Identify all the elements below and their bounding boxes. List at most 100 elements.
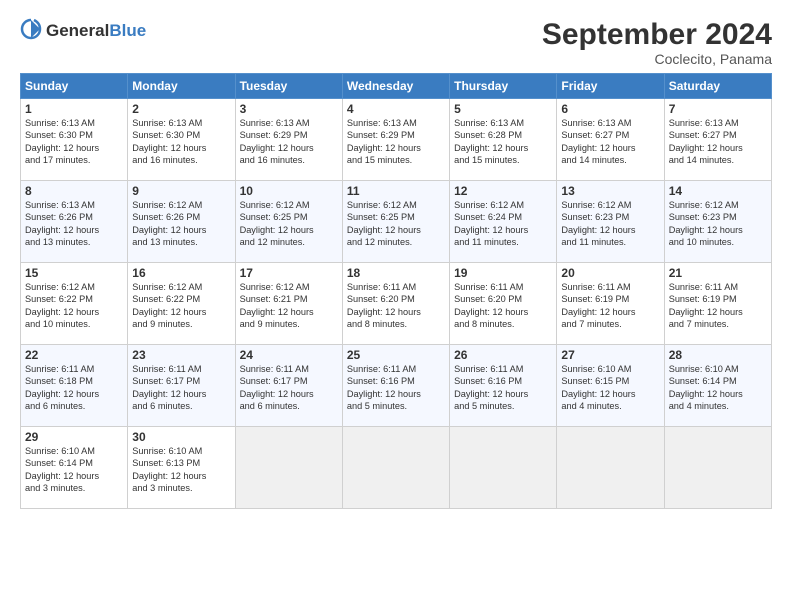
cell-content: Sunrise: 6:11 AMSunset: 6:17 PMDaylight:… (240, 363, 338, 413)
calendar-cell: 19Sunrise: 6:11 AMSunset: 6:20 PMDayligh… (450, 263, 557, 345)
logo-icon (20, 18, 42, 45)
day-number: 22 (25, 348, 123, 362)
col-thursday: Thursday (450, 74, 557, 99)
header-row: Sunday Monday Tuesday Wednesday Thursday… (21, 74, 772, 99)
day-number: 28 (669, 348, 767, 362)
location-title: Coclecito, Panama (542, 51, 772, 67)
logo-blue: Blue (109, 21, 146, 40)
week-row-1: 1Sunrise: 6:13 AMSunset: 6:30 PMDaylight… (21, 99, 772, 181)
calendar-cell: 21Sunrise: 6:11 AMSunset: 6:19 PMDayligh… (664, 263, 771, 345)
col-tuesday: Tuesday (235, 74, 342, 99)
day-number: 15 (25, 266, 123, 280)
calendar-cell: 2Sunrise: 6:13 AMSunset: 6:30 PMDaylight… (128, 99, 235, 181)
cell-content: Sunrise: 6:12 AMSunset: 6:25 PMDaylight:… (240, 199, 338, 249)
cell-content: Sunrise: 6:13 AMSunset: 6:27 PMDaylight:… (669, 117, 767, 167)
calendar-cell: 29Sunrise: 6:10 AMSunset: 6:14 PMDayligh… (21, 427, 128, 509)
day-number: 9 (132, 184, 230, 198)
day-number: 10 (240, 184, 338, 198)
cell-content: Sunrise: 6:11 AMSunset: 6:20 PMDaylight:… (454, 281, 552, 331)
month-title: September 2024 (542, 18, 772, 51)
day-number: 8 (25, 184, 123, 198)
cell-content: Sunrise: 6:13 AMSunset: 6:30 PMDaylight:… (132, 117, 230, 167)
calendar-cell: 15Sunrise: 6:12 AMSunset: 6:22 PMDayligh… (21, 263, 128, 345)
calendar-cell: 12Sunrise: 6:12 AMSunset: 6:24 PMDayligh… (450, 181, 557, 263)
calendar-cell: 5Sunrise: 6:13 AMSunset: 6:28 PMDaylight… (450, 99, 557, 181)
day-number: 5 (454, 102, 552, 116)
calendar-cell: 7Sunrise: 6:13 AMSunset: 6:27 PMDaylight… (664, 99, 771, 181)
calendar-cell (450, 427, 557, 509)
day-number: 29 (25, 430, 123, 444)
calendar-cell: 18Sunrise: 6:11 AMSunset: 6:20 PMDayligh… (342, 263, 449, 345)
day-number: 11 (347, 184, 445, 198)
cell-content: Sunrise: 6:11 AMSunset: 6:19 PMDaylight:… (669, 281, 767, 331)
cell-content: Sunrise: 6:11 AMSunset: 6:18 PMDaylight:… (25, 363, 123, 413)
cell-content: Sunrise: 6:12 AMSunset: 6:22 PMDaylight:… (25, 281, 123, 331)
col-wednesday: Wednesday (342, 74, 449, 99)
day-number: 20 (561, 266, 659, 280)
day-number: 30 (132, 430, 230, 444)
cell-content: Sunrise: 6:13 AMSunset: 6:27 PMDaylight:… (561, 117, 659, 167)
col-monday: Monday (128, 74, 235, 99)
calendar-cell (342, 427, 449, 509)
week-row-2: 8Sunrise: 6:13 AMSunset: 6:26 PMDaylight… (21, 181, 772, 263)
logo: GeneralBlue (20, 18, 146, 45)
header: GeneralBlue September 2024 Coclecito, Pa… (20, 18, 772, 67)
calendar-cell: 17Sunrise: 6:12 AMSunset: 6:21 PMDayligh… (235, 263, 342, 345)
calendar-cell: 24Sunrise: 6:11 AMSunset: 6:17 PMDayligh… (235, 345, 342, 427)
day-number: 14 (669, 184, 767, 198)
cell-content: Sunrise: 6:12 AMSunset: 6:26 PMDaylight:… (132, 199, 230, 249)
day-number: 26 (454, 348, 552, 362)
day-number: 21 (669, 266, 767, 280)
cell-content: Sunrise: 6:10 AMSunset: 6:15 PMDaylight:… (561, 363, 659, 413)
cell-content: Sunrise: 6:11 AMSunset: 6:19 PMDaylight:… (561, 281, 659, 331)
day-number: 18 (347, 266, 445, 280)
calendar-cell: 9Sunrise: 6:12 AMSunset: 6:26 PMDaylight… (128, 181, 235, 263)
day-number: 13 (561, 184, 659, 198)
cell-content: Sunrise: 6:11 AMSunset: 6:20 PMDaylight:… (347, 281, 445, 331)
week-row-5: 29Sunrise: 6:10 AMSunset: 6:14 PMDayligh… (21, 427, 772, 509)
col-saturday: Saturday (664, 74, 771, 99)
calendar-cell (664, 427, 771, 509)
cell-content: Sunrise: 6:13 AMSunset: 6:29 PMDaylight:… (347, 117, 445, 167)
calendar-cell: 8Sunrise: 6:13 AMSunset: 6:26 PMDaylight… (21, 181, 128, 263)
calendar-cell: 26Sunrise: 6:11 AMSunset: 6:16 PMDayligh… (450, 345, 557, 427)
col-sunday: Sunday (21, 74, 128, 99)
calendar-cell (235, 427, 342, 509)
cell-content: Sunrise: 6:13 AMSunset: 6:26 PMDaylight:… (25, 199, 123, 249)
calendar-cell: 4Sunrise: 6:13 AMSunset: 6:29 PMDaylight… (342, 99, 449, 181)
title-block: September 2024 Coclecito, Panama (542, 18, 772, 67)
cell-content: Sunrise: 6:13 AMSunset: 6:30 PMDaylight:… (25, 117, 123, 167)
calendar-cell: 25Sunrise: 6:11 AMSunset: 6:16 PMDayligh… (342, 345, 449, 427)
day-number: 7 (669, 102, 767, 116)
day-number: 25 (347, 348, 445, 362)
calendar-cell: 14Sunrise: 6:12 AMSunset: 6:23 PMDayligh… (664, 181, 771, 263)
cell-content: Sunrise: 6:10 AMSunset: 6:14 PMDaylight:… (25, 445, 123, 495)
calendar-cell: 13Sunrise: 6:12 AMSunset: 6:23 PMDayligh… (557, 181, 664, 263)
cell-content: Sunrise: 6:12 AMSunset: 6:24 PMDaylight:… (454, 199, 552, 249)
calendar-cell: 22Sunrise: 6:11 AMSunset: 6:18 PMDayligh… (21, 345, 128, 427)
calendar-cell: 28Sunrise: 6:10 AMSunset: 6:14 PMDayligh… (664, 345, 771, 427)
cell-content: Sunrise: 6:11 AMSunset: 6:16 PMDaylight:… (454, 363, 552, 413)
calendar-cell: 16Sunrise: 6:12 AMSunset: 6:22 PMDayligh… (128, 263, 235, 345)
day-number: 2 (132, 102, 230, 116)
cell-content: Sunrise: 6:13 AMSunset: 6:29 PMDaylight:… (240, 117, 338, 167)
cell-content: Sunrise: 6:12 AMSunset: 6:23 PMDaylight:… (561, 199, 659, 249)
calendar-cell: 23Sunrise: 6:11 AMSunset: 6:17 PMDayligh… (128, 345, 235, 427)
calendar-cell: 11Sunrise: 6:12 AMSunset: 6:25 PMDayligh… (342, 181, 449, 263)
day-number: 24 (240, 348, 338, 362)
day-number: 17 (240, 266, 338, 280)
calendar-cell: 1Sunrise: 6:13 AMSunset: 6:30 PMDaylight… (21, 99, 128, 181)
day-number: 23 (132, 348, 230, 362)
day-number: 27 (561, 348, 659, 362)
logo-text: GeneralBlue (46, 22, 146, 41)
cell-content: Sunrise: 6:10 AMSunset: 6:14 PMDaylight:… (669, 363, 767, 413)
day-number: 16 (132, 266, 230, 280)
day-number: 6 (561, 102, 659, 116)
week-row-4: 22Sunrise: 6:11 AMSunset: 6:18 PMDayligh… (21, 345, 772, 427)
cell-content: Sunrise: 6:11 AMSunset: 6:16 PMDaylight:… (347, 363, 445, 413)
cell-content: Sunrise: 6:10 AMSunset: 6:13 PMDaylight:… (132, 445, 230, 495)
calendar-cell: 10Sunrise: 6:12 AMSunset: 6:25 PMDayligh… (235, 181, 342, 263)
calendar-cell: 27Sunrise: 6:10 AMSunset: 6:15 PMDayligh… (557, 345, 664, 427)
week-row-3: 15Sunrise: 6:12 AMSunset: 6:22 PMDayligh… (21, 263, 772, 345)
cell-content: Sunrise: 6:12 AMSunset: 6:21 PMDaylight:… (240, 281, 338, 331)
